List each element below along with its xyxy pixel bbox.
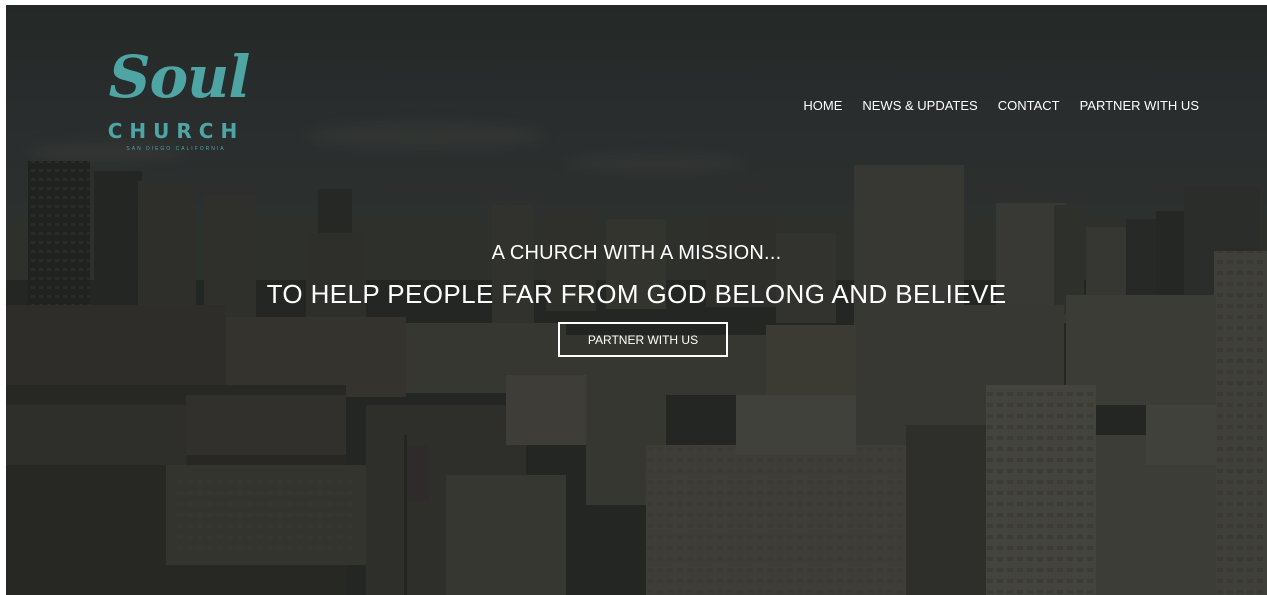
partner-with-us-button[interactable]: PARTNER WITH US xyxy=(558,322,728,357)
hero-title: TO HELP PEOPLE FAR FROM GOD BELONG AND B… xyxy=(266,279,1007,309)
hero-kicker: A CHURCH WITH A MISSION... xyxy=(491,242,782,264)
hero-section: Soul CHURCH SAN DIEGO CALIFORNIA HOME NE… xyxy=(6,5,1267,595)
nav-news-updates[interactable]: NEWS & UPDATES xyxy=(862,98,977,113)
logo-script-text: Soul xyxy=(108,43,251,111)
soul-church-logo[interactable]: Soul CHURCH SAN DIEGO CALIFORNIA xyxy=(94,43,264,161)
nav-home[interactable]: HOME xyxy=(803,98,842,113)
main-nav: HOME NEWS & UPDATES CONTACT PARTNER WITH… xyxy=(803,98,1199,113)
logo-word-text: CHURCH xyxy=(107,119,245,143)
nav-contact[interactable]: CONTACT xyxy=(998,98,1060,113)
nav-partner-with-us[interactable]: PARTNER WITH US xyxy=(1080,98,1199,113)
logo-sub-text: SAN DIEGO CALIFORNIA xyxy=(126,146,226,152)
